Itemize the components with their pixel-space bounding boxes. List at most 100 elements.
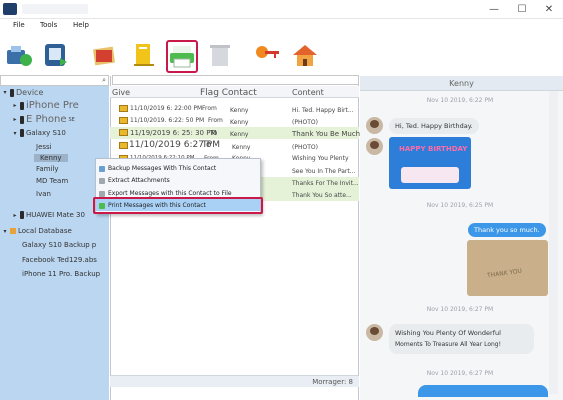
tree-label: MD Team xyxy=(36,177,69,185)
expand-toggle-icon: ▾ xyxy=(3,89,7,96)
birthday-photo: HAPPY BIRTHDAY xyxy=(389,137,471,189)
import-button[interactable] xyxy=(40,40,72,70)
menu-tools[interactable]: Tools xyxy=(40,21,57,29)
table-row[interactable]: 11/19/2019 6: 25: 30 PM To Kenny Thank Y… xyxy=(110,127,363,139)
tree-item-md-team[interactable]: MD Team xyxy=(36,177,68,185)
table-row[interactable]: See You In The Part... xyxy=(260,165,359,177)
tree-item-galaxy[interactable]: ▾ Galaxy S10 xyxy=(12,129,66,137)
tree-item-devices[interactable]: ▾ Device xyxy=(2,88,43,97)
minimize-button[interactable]: — xyxy=(480,2,508,17)
tree-item-family[interactable]: Family xyxy=(36,165,59,173)
message-text: Moments To Treasure All Year Long! xyxy=(395,341,502,348)
row-contact: Kenny xyxy=(232,144,251,151)
tree-label: HUAWEI Mate 30 xyxy=(26,211,85,219)
device-search-input[interactable]: ⌕ xyxy=(0,75,109,86)
incoming-message: Wishing You Plenty Of Wonderful Moments … xyxy=(389,324,534,354)
close-button[interactable]: ✕ xyxy=(535,2,563,17)
tree-item-kenny[interactable]: Kenny xyxy=(34,154,68,162)
tree-item-jessi[interactable]: Jessi xyxy=(36,143,52,151)
maximize-button[interactable]: ☐ xyxy=(508,2,536,17)
photos-button[interactable] xyxy=(89,40,121,70)
phone-icon xyxy=(20,211,24,219)
status-bar: Morrager: 8 xyxy=(110,375,359,387)
tree-label: iPhone 11 Pro. Backup xyxy=(22,270,101,278)
message-icon xyxy=(119,117,128,124)
app-logo-icon xyxy=(3,3,17,15)
menu-item-label: Export Messages with this Contact to Fil… xyxy=(108,190,232,197)
table-row[interactable]: Thank You So atte... xyxy=(260,189,359,201)
tree-item-iphone[interactable]: ▸ iPhone Pre xyxy=(12,100,79,111)
row-content: Thank You Be Much. xyxy=(292,130,363,138)
outgoing-message: Thank you so much. xyxy=(468,223,546,237)
tree-label: Local Database xyxy=(18,227,72,235)
photo-caption: THANK YOU xyxy=(486,267,523,280)
contact-name: Kenny xyxy=(449,78,474,88)
tree-item-huawei[interactable]: ▸ HUAWEI Mate 30 xyxy=(12,211,85,219)
message-text: Thank you so much. xyxy=(474,226,540,234)
tree-label-suffix: p xyxy=(91,241,97,249)
expand-toggle-icon: ▸ xyxy=(13,116,17,123)
tree-item-backup-galaxy[interactable]: Galaxy S10 Backup p xyxy=(22,241,96,249)
window-title xyxy=(22,4,88,14)
tree-label: Jessi xyxy=(36,143,52,151)
incoming-message: Hi, Ted. Happy Birthday. xyxy=(389,118,479,134)
table-row[interactable]: 11/10/2019. 6:22: 50 PM From Kenny (PHOT… xyxy=(110,115,359,127)
phone-icon xyxy=(20,101,24,110)
row-date: 11/19/2019 6: 25: 30 PM xyxy=(130,129,217,137)
table-row[interactable]: Thanks For The Invit... xyxy=(260,177,359,189)
table-row[interactable]: 11/10/2019 6: 22:00 PM From Kenny Hi. Te… xyxy=(110,103,359,115)
expand-toggle-icon: ▸ xyxy=(13,211,17,219)
tree-item-backup-iphone[interactable]: iPhone 11 Pro. Backup xyxy=(22,270,100,278)
phone-icon xyxy=(20,129,24,137)
key-icon xyxy=(256,46,279,58)
row-contact: Kenny xyxy=(230,131,249,138)
timestamp: Nov 10 2019, 6:25 PM xyxy=(426,202,494,209)
message-icon xyxy=(119,129,128,136)
device-sync-button[interactable] xyxy=(3,40,35,70)
expand-toggle-icon: ▸ xyxy=(13,102,17,109)
menu-item-label: Backup Messages With This Contact xyxy=(108,165,217,172)
tree-label-suffix: SE xyxy=(68,116,75,123)
menu-item-backup[interactable]: Backup Messages With This Contact xyxy=(99,165,216,172)
tree-label: E Phone xyxy=(26,114,67,125)
tree-label: Device xyxy=(16,88,44,97)
export-button[interactable] xyxy=(128,40,160,70)
column-content[interactable]: Content xyxy=(292,88,324,97)
row-direction: To xyxy=(210,129,218,137)
import-icon xyxy=(45,44,67,66)
conversation-scrollbar[interactable] xyxy=(549,91,558,394)
menu-file[interactable]: File xyxy=(13,21,25,29)
column-give[interactable]: Give xyxy=(112,88,130,97)
menu-item-export[interactable]: Export Messages with this Contact to Fil… xyxy=(99,190,232,197)
timestamp: Nov 10 2019, 6:27 PM xyxy=(426,370,494,377)
print-button-highlight xyxy=(166,40,198,73)
menu-help[interactable]: Help xyxy=(73,21,89,29)
avatar xyxy=(366,117,383,134)
table-row[interactable]: 11/10/2019 6:27 PM To Kenny (PHOTO) xyxy=(110,139,359,153)
phone-icon xyxy=(20,115,24,124)
menu-item-extract[interactable]: Extract Attachments xyxy=(99,177,170,184)
collapse-toggle-icon: ▾ xyxy=(13,129,17,137)
tree-item-backup-facebook[interactable]: Facebook Ted129.abs xyxy=(22,256,97,264)
tree-item-local-database[interactable]: ▾ Local Database xyxy=(2,227,72,235)
device-tree: ▾ Device ▸ iPhone Pre ▸ E Phone SE ▾ Galaxy S… xyxy=(0,86,109,286)
tree-item-ephone[interactable]: ▸ E Phone SE xyxy=(12,114,75,125)
device-sync-icon xyxy=(7,46,32,66)
timestamp: Nov 10 2019, 6:22 PM xyxy=(426,97,494,104)
row-content: (PHOTO) xyxy=(292,119,318,126)
row-date: 11/10/2019 6: 22:00 PM xyxy=(130,105,203,112)
message-count: Morrager: 8 xyxy=(312,378,353,386)
home-icon xyxy=(293,45,317,66)
tree-label: iPhone Pre xyxy=(26,100,79,111)
column-flag-contact[interactable]: Flag Contact xyxy=(200,88,257,98)
message-text: Hi, Ted. Happy Birthday. xyxy=(395,122,473,130)
row-direction: To xyxy=(202,140,212,150)
message-search-input[interactable] xyxy=(112,75,359,85)
tree-item-ivan[interactable]: Ivan xyxy=(36,190,51,198)
sand-photo: THANK YOU xyxy=(467,240,548,296)
delete-button[interactable] xyxy=(204,40,236,70)
menu-item-label: Extract Attachments xyxy=(108,177,170,184)
outgoing-message xyxy=(418,385,548,397)
home-button[interactable] xyxy=(289,40,321,70)
key-button[interactable] xyxy=(251,40,283,70)
